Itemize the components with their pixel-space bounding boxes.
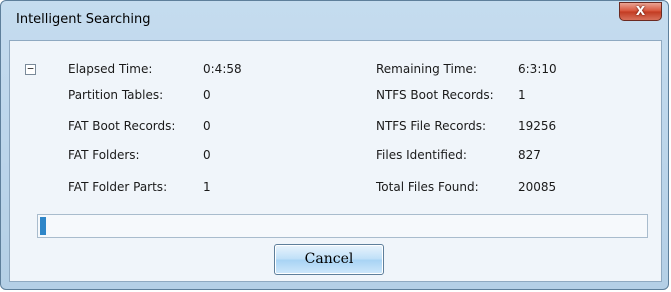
ntfs-file-records-value: 19256 [518,119,557,133]
progress-fill [40,217,46,235]
fat-boot-records-value: 0 [203,119,211,133]
remaining-time-label: Remaining Time: [376,62,477,76]
fat-folder-parts-label: FAT Folder Parts: [68,180,168,194]
files-identified-label: Files Identified: [376,148,467,162]
elapsed-time-label: Elapsed Time: [68,62,153,76]
elapsed-time-value: 0:4:58 [203,62,242,76]
total-files-found-label: Total Files Found: [376,180,479,194]
close-button[interactable]: X [619,2,662,21]
files-identified-value: 827 [518,148,541,162]
remaining-time-value: 6:3:10 [518,62,557,76]
fat-folders-label: FAT Folders: [68,148,140,162]
progress-bar [37,214,648,238]
window-title: Intelligent Searching [16,12,151,27]
fat-folders-value: 0 [203,148,211,162]
ntfs-boot-records-label: NTFS Boot Records: [376,88,494,102]
total-files-found-value: 20085 [518,180,557,194]
ntfs-file-records-label: NTFS File Records: [376,119,487,133]
title-bar[interactable]: Intelligent Searching X [1,1,668,39]
fat-folder-parts-value: 1 [203,180,211,194]
close-icon: X [635,4,646,18]
ntfs-boot-records-value: 1 [518,88,526,102]
partition-tables-label: Partition Tables: [68,88,164,102]
partition-tables-value: 0 [203,88,211,102]
fat-boot-records-label: FAT Boot Records: [68,119,176,133]
collapse-icon[interactable]: − [25,63,36,75]
cancel-button[interactable]: Cancel [274,244,384,275]
